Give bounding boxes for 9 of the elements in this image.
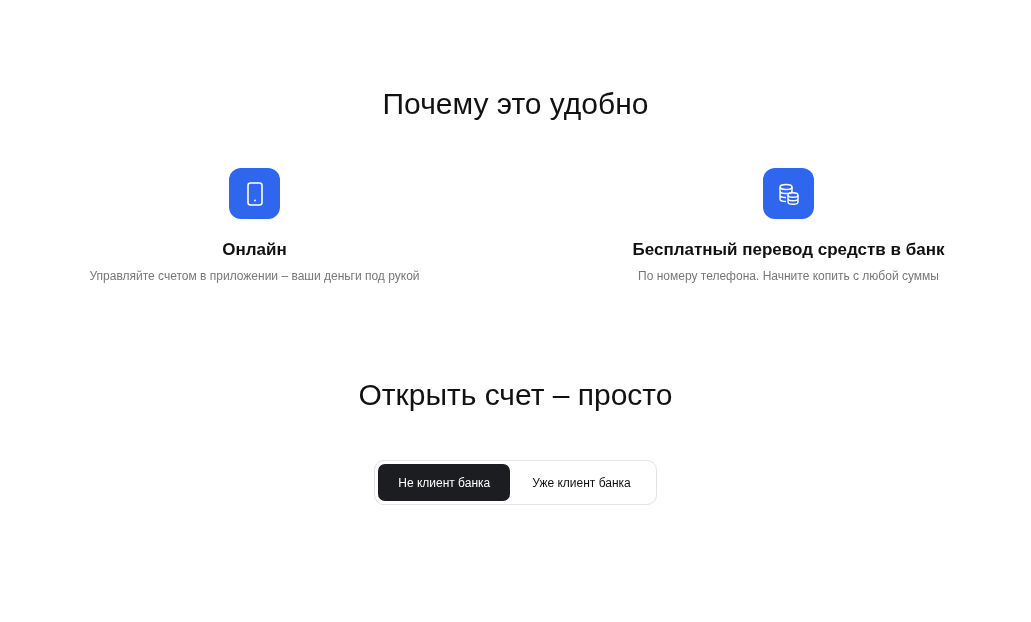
coins-icon xyxy=(776,181,801,206)
tab[interactable]: Не клиент банка xyxy=(378,464,511,501)
benefit-description: Управляйте счетом в приложении – ваши деньги под рукой xyxy=(89,268,420,284)
benefit-title: Онлайн xyxy=(222,239,287,261)
phone-icon xyxy=(245,181,264,206)
benefit-description: По номеру телефона. Начните копить с любой суммы xyxy=(638,268,939,284)
section-title: Почему это удобно xyxy=(382,86,649,122)
benefit-title: Бесплатный перевод средств в банк xyxy=(632,239,945,261)
section-title: Открыть счет – просто xyxy=(358,377,673,413)
